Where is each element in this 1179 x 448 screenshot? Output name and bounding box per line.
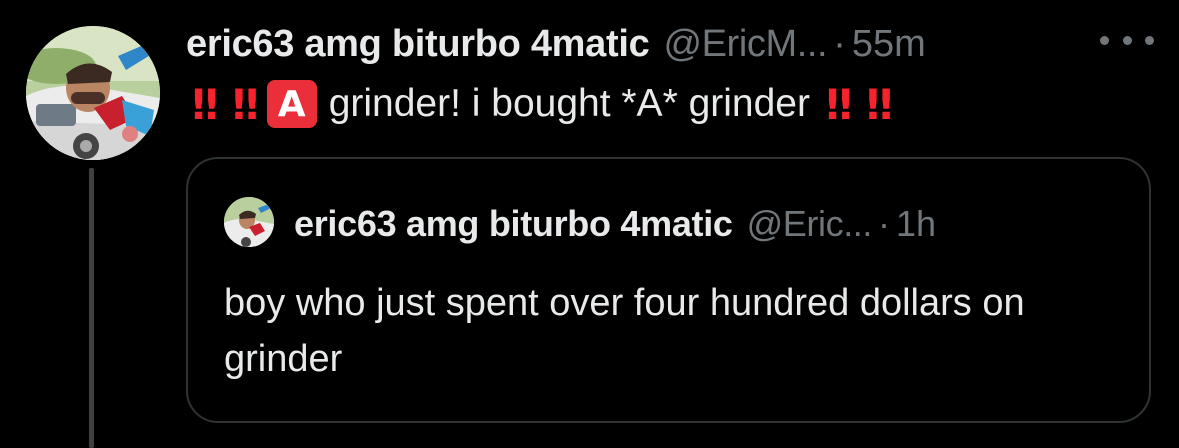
tweet-header: eric63 amg biturbo 4matic @EricM... · 55…: [186, 16, 926, 72]
thread-line: [89, 168, 94, 448]
double-exclamation-icon: ‼: [866, 79, 892, 129]
tweet-timestamp[interactable]: 55m: [852, 16, 926, 72]
more-dots-icon[interactable]: [1100, 28, 1154, 52]
quoted-tweet-header: eric63 amg biturbo 4matic @Eric... · 1h: [294, 199, 936, 249]
author-avatar[interactable]: [26, 26, 160, 160]
double-exclamation-icon: ‼: [192, 79, 218, 129]
dot: [1122, 35, 1132, 45]
tweet-text: ‼ ‼ A grinder! i bought *A* grinder ‼ ‼: [192, 74, 893, 134]
quoted-tweet-timestamp[interactable]: 1h: [896, 203, 936, 245]
double-exclamation-icon: ‼: [825, 79, 852, 129]
separator-dot: ·: [878, 203, 891, 244]
quoted-tweet-card[interactable]: eric63 amg biturbo 4matic @Eric... · 1h …: [186, 157, 1151, 423]
double-exclamation-icon: ‼: [232, 79, 258, 129]
tweet[interactable]: eric63 amg biturbo 4matic @EricM... · 55…: [0, 0, 1179, 448]
profile-photo-icon: [26, 26, 160, 160]
a-button-icon: A: [266, 80, 317, 128]
quoted-author-display-name[interactable]: eric63 amg biturbo 4matic: [294, 203, 733, 245]
author-handle[interactable]: @EricM...: [663, 16, 827, 72]
quoted-tweet-text: boy who just spent over four hundred dol…: [224, 282, 1025, 380]
dot: [1100, 35, 1109, 45]
quoted-author-avatar[interactable]: [224, 197, 274, 247]
quoted-author-handle[interactable]: @Eric...: [747, 203, 873, 245]
tweet-text-body: grinder! i bought *A* grinder: [328, 82, 810, 125]
profile-photo-icon: [224, 197, 274, 247]
dot: [1145, 35, 1154, 45]
separator-dot: ·: [833, 23, 846, 65]
author-display-name[interactable]: eric63 amg biturbo 4matic: [186, 16, 650, 72]
